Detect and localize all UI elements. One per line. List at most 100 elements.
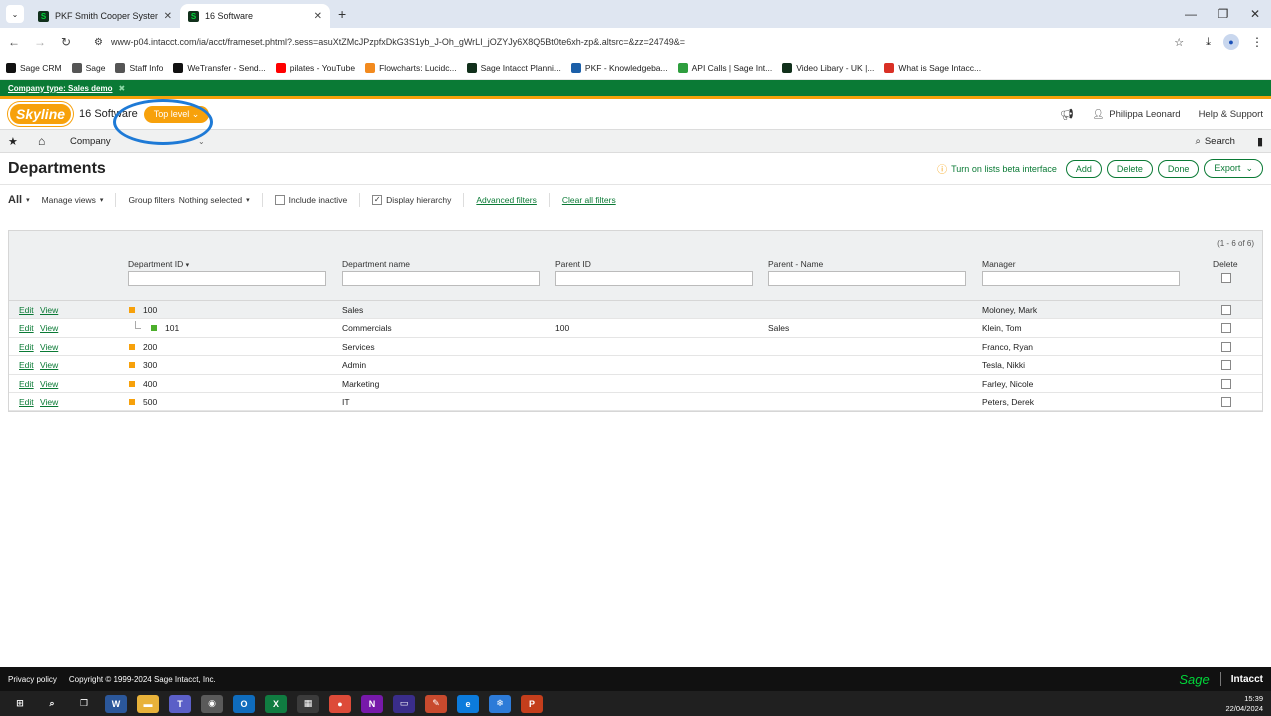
bookmark-item[interactable]: pilates - YouTube (275, 62, 355, 73)
display-hierarchy-option[interactable]: ✓ Display hierarchy (372, 195, 451, 205)
powerpoint-icon[interactable]: P (521, 694, 543, 713)
bookmark-item[interactable]: Sage CRM (6, 62, 62, 73)
bookmark-item[interactable]: WeTransfer - Send... (173, 62, 266, 73)
select-all-delete-checkbox[interactable] (1221, 273, 1231, 283)
global-search[interactable]: ⌕ Search (1196, 136, 1235, 147)
all-view-menu[interactable]: All ▾ (8, 194, 30, 206)
bookmark-item[interactable]: Video Libary - UK |... (782, 62, 874, 73)
banner-close-icon[interactable]: ✖ (118, 84, 125, 93)
browser-tab-16-software[interactable]: S 16 Software ✕ (180, 4, 330, 28)
download-icon[interactable]: ⤓ (1206, 36, 1211, 49)
filter-input-manager[interactable] (982, 271, 1180, 286)
camera-icon[interactable]: ◉ (201, 694, 223, 713)
display-hierarchy-checkbox[interactable]: ✓ (372, 195, 383, 205)
snowflake-icon[interactable]: ❄ (489, 694, 511, 713)
edit-link[interactable]: Edit (19, 342, 34, 352)
task-view-icon[interactable]: ❐ (73, 694, 95, 713)
site-info-icon[interactable]: ⚙ (94, 37, 103, 48)
delete-checkbox[interactable] (1221, 378, 1231, 389)
bookmark-item[interactable]: PKF - Knowledgeba... (570, 62, 668, 73)
bookmark-item[interactable]: Sage Intacct Planni... (466, 62, 561, 73)
column-header-manager[interactable]: Manager (982, 259, 1016, 269)
group-filters-menu[interactable]: Group filters Nothing selected ▾ (128, 195, 249, 205)
calculator-icon[interactable]: ▦ (297, 694, 319, 713)
bookmark-star-icon[interactable]: ☆ (1174, 36, 1184, 49)
home-icon[interactable]: ⌂ (38, 134, 60, 148)
export-button[interactable]: Export ⌄ (1204, 159, 1263, 178)
tab-close-icon[interactable]: ✕ (314, 11, 322, 22)
edit-link[interactable]: Edit (19, 323, 34, 333)
profile-avatar-icon[interactable]: ● (1223, 34, 1239, 50)
edit-link[interactable]: Edit (19, 305, 34, 315)
close-window-icon[interactable]: ✕ (1239, 0, 1271, 28)
onenote-icon[interactable]: N (361, 694, 383, 713)
delete-checkbox[interactable] (1221, 323, 1231, 334)
filter-input-parent-id[interactable] (555, 271, 753, 286)
include-inactive-option[interactable]: Include inactive (274, 195, 347, 205)
clear-all-filters-link[interactable]: Clear all filters (562, 195, 616, 205)
edit-link[interactable]: Edit (19, 397, 34, 407)
manage-views-menu[interactable]: Manage views ▾ (42, 195, 104, 205)
done-button[interactable]: Done (1157, 159, 1200, 178)
browser-menu-icon[interactable]: ⋮ (1251, 35, 1263, 49)
nav-company-menu[interactable]: Company (70, 136, 198, 147)
view-link[interactable]: View (40, 379, 58, 389)
filter-input-parent-name[interactable] (768, 271, 966, 286)
advanced-filters-link[interactable]: Advanced filters (476, 195, 536, 205)
user-menu[interactable]: 👤︎ Philippa Leonard (1092, 109, 1180, 120)
forward-arrow-icon[interactable]: → (34, 35, 46, 49)
add-button[interactable]: Add (1065, 159, 1102, 178)
teams-icon[interactable]: T (169, 694, 191, 713)
column-header-parent-name[interactable]: Parent - Name (768, 259, 823, 269)
tab-close-icon[interactable]: ✕ (164, 11, 172, 22)
bookmark-icon[interactable]: ▮ (1257, 135, 1263, 148)
outlook-icon[interactable]: O (233, 694, 255, 713)
filter-input-department-id[interactable] (128, 271, 326, 286)
chrome-icon[interactable]: ● (329, 694, 351, 713)
view-link[interactable]: View (40, 397, 58, 407)
delete-checkbox[interactable] (1221, 396, 1231, 407)
feather-icon[interactable]: ✎ (425, 694, 447, 713)
delete-checkbox[interactable] (1221, 341, 1231, 352)
excel-icon[interactable]: X (265, 694, 287, 713)
minimize-icon[interactable]: — (1175, 0, 1207, 28)
restore-icon[interactable]: ❐ (1207, 0, 1239, 28)
bookmark-item[interactable]: API Calls | Sage Int... (677, 62, 772, 73)
delete-checkbox[interactable] (1221, 360, 1231, 371)
column-header-department-id[interactable]: Department ID ▾ (128, 259, 189, 269)
privacy-policy-link[interactable]: Privacy policy (8, 675, 57, 684)
skyline-logo[interactable]: Skyline (8, 102, 74, 126)
browser-tab-pkf[interactable]: S PKF Smith Cooper Systems ✕ (30, 4, 180, 28)
search-icon[interactable]: ⌕ (41, 694, 63, 713)
include-inactive-checkbox[interactable] (274, 195, 285, 205)
bookmark-item[interactable]: Sage (71, 62, 105, 73)
word-icon[interactable]: W (105, 694, 127, 713)
url-bar[interactable]: ⚙ www-p04.intacct.com/ia/acct/frameset.p… (86, 31, 1193, 53)
filter-input-department-name[interactable] (342, 271, 540, 286)
reload-icon[interactable]: ↻ (60, 35, 72, 49)
taskbar-clock[interactable]: 15:39 22/04/2024 (1225, 694, 1263, 714)
edit-link[interactable]: Edit (19, 360, 34, 370)
delete-button[interactable]: Delete (1106, 159, 1153, 178)
bookmark-item[interactable]: Flowcharts: Lucidc... (365, 62, 457, 73)
column-header-parent-id[interactable]: Parent ID (555, 259, 591, 269)
media-icon[interactable]: ▭ (393, 694, 415, 713)
view-link[interactable]: View (40, 323, 58, 333)
delete-checkbox[interactable] (1221, 305, 1231, 315)
tab-search-chevron-icon[interactable]: ⌄ (6, 5, 24, 23)
edge-icon[interactable]: e (457, 694, 479, 713)
company-type-link[interactable]: Company type: Sales demo (8, 84, 112, 93)
favorites-star-icon[interactable]: ★ (8, 135, 26, 148)
view-link[interactable]: View (40, 360, 58, 370)
back-arrow-icon[interactable]: ← (8, 35, 20, 49)
bookmark-item[interactable]: What is Sage Intacc... (884, 62, 981, 73)
help-support-link[interactable]: Help & Support (1199, 109, 1263, 120)
column-header-department-name[interactable]: Department name (342, 259, 410, 269)
view-link[interactable]: View (40, 305, 58, 315)
chevron-down-icon[interactable]: ⌄ (198, 137, 205, 146)
beta-interface-link[interactable]: ⓘ Turn on lists beta interface (937, 161, 1057, 177)
view-link[interactable]: View (40, 342, 58, 352)
edit-link[interactable]: Edit (19, 379, 34, 389)
announcements-megaphone-icon[interactable]: 📢︎ (1060, 108, 1074, 121)
windows-start-icon[interactable]: ⊞ (9, 694, 31, 713)
